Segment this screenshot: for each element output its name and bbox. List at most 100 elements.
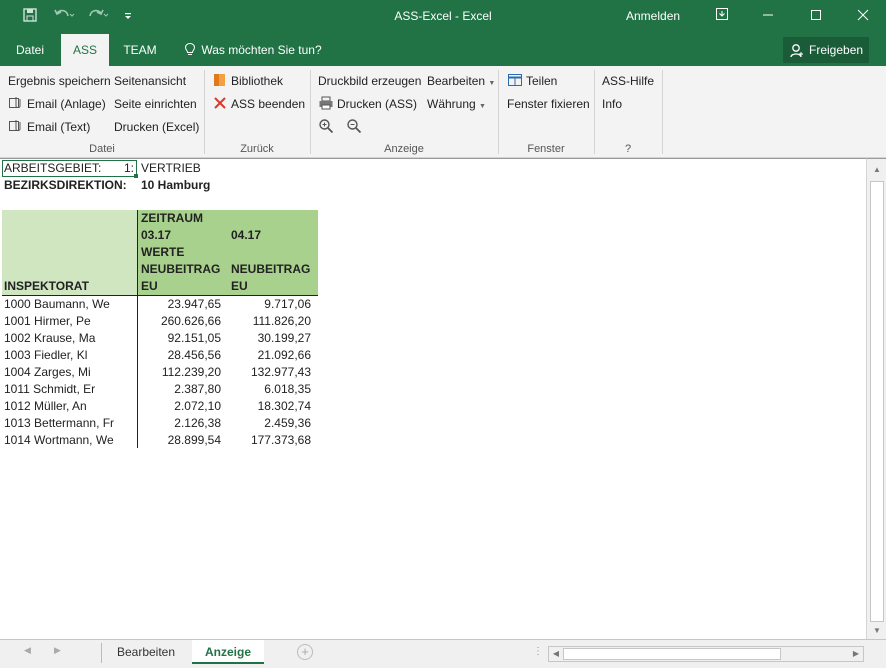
row-value-period-1[interactable]: 2.072,10 bbox=[140, 398, 221, 415]
row-inspektorat-name[interactable]: 1003 Fiedler, Kl bbox=[4, 347, 87, 364]
next-sheet-icon[interactable]: ▶ bbox=[54, 645, 61, 656]
horizontal-scroll-thumb[interactable] bbox=[563, 648, 781, 660]
undo-icon[interactable] bbox=[50, 7, 78, 27]
row-value-period-1[interactable]: 2.126,38 bbox=[140, 415, 221, 432]
row-value-period-1[interactable]: 23.947,65 bbox=[140, 296, 221, 313]
bibliothek-button[interactable]: Bibliothek bbox=[212, 71, 283, 91]
sheet-tab-anzeige[interactable]: Anzeige bbox=[192, 640, 264, 664]
signin-link[interactable]: Anmelden bbox=[626, 9, 680, 23]
customize-qat-icon[interactable] bbox=[118, 7, 138, 27]
header-col2-line1[interactable]: NEUBEITRAG bbox=[231, 261, 310, 278]
scroll-up-icon[interactable]: ▲ bbox=[870, 163, 884, 177]
row-value-period-2[interactable]: 6.018,35 bbox=[228, 381, 311, 398]
group-separator bbox=[204, 70, 205, 154]
header-col1-line2[interactable]: EU bbox=[141, 278, 158, 295]
header-col2-line2[interactable]: EU bbox=[231, 278, 248, 295]
ass-hilfe-button[interactable]: ASS-Hilfe bbox=[602, 71, 654, 91]
email-text-button[interactable]: Email (Text) bbox=[8, 117, 90, 137]
arbeitsgebiet-value[interactable]: VERTRIEB bbox=[141, 160, 201, 177]
info-button[interactable]: Info bbox=[602, 94, 622, 114]
row-value-period-1[interactable]: 2.387,80 bbox=[140, 381, 221, 398]
row-value-period-1[interactable]: 112.239,20 bbox=[140, 364, 221, 381]
arbeitsgebiet-label[interactable]: ARBEITSGEBIET: bbox=[4, 160, 101, 177]
share-button[interactable]: Freigeben bbox=[783, 37, 869, 63]
tab-team[interactable]: TEAM bbox=[116, 34, 164, 66]
arbeitsgebiet-number[interactable]: 1: bbox=[124, 160, 134, 177]
ergebnis-speichern-button[interactable]: Ergebnis speichern bbox=[8, 71, 111, 91]
vertical-scrollbar[interactable]: ▲ ▼ bbox=[866, 158, 886, 639]
row-value-period-2[interactable]: 111.826,20 bbox=[228, 313, 311, 330]
row-value-period-2[interactable]: 18.302,74 bbox=[228, 398, 311, 415]
scroll-right-icon[interactable]: ▶ bbox=[849, 647, 863, 661]
row-value-period-1[interactable]: 28.899,54 bbox=[140, 432, 221, 449]
row-inspektorat-name[interactable]: 1002 Krause, Ma bbox=[4, 330, 95, 347]
tell-me-search[interactable]: Was möchten Sie tun? bbox=[184, 34, 322, 66]
row-inspektorat-name[interactable]: 1004 Zarges, Mi bbox=[4, 364, 91, 381]
bezirk-label[interactable]: BEZIRKSDIREKTION: bbox=[4, 177, 127, 194]
group-label-datei: Datei bbox=[89, 143, 115, 155]
ass-beenden-label: ASS beenden bbox=[231, 97, 306, 111]
row-value-period-1[interactable]: 260.626,66 bbox=[140, 313, 221, 330]
group-separator bbox=[310, 70, 311, 154]
header-inspektorat[interactable]: INSPEKTORAT bbox=[4, 278, 89, 295]
header-zeitraum[interactable]: ZEITRAUM bbox=[141, 210, 203, 227]
druckbild-erzeugen-button[interactable]: Druckbild erzeugen bbox=[318, 71, 421, 91]
row-value-period-2[interactable]: 132.977,43 bbox=[228, 364, 311, 381]
row-inspektorat-name[interactable]: 1013 Bettermann, Fr bbox=[4, 415, 114, 432]
scroll-down-icon[interactable]: ▼ bbox=[870, 624, 884, 638]
row-inspektorat-name[interactable]: 1012 Müller, An bbox=[4, 398, 87, 415]
minimize-icon[interactable] bbox=[745, 0, 791, 34]
row-value-period-2[interactable]: 21.092,66 bbox=[228, 347, 311, 364]
seitenansicht-button[interactable]: Seitenansicht bbox=[114, 71, 186, 91]
sheet-tab-bar: ◀ ▶ Bearbeiten Anzeige + ⋮ ◀ ▶ bbox=[0, 639, 886, 668]
person-icon bbox=[790, 42, 804, 68]
row-value-period-2[interactable]: 30.199,27 bbox=[228, 330, 311, 347]
column-divider bbox=[137, 210, 138, 448]
bearbeiten-dropdown[interactable]: Bearbeiten ▼ bbox=[427, 71, 495, 91]
tab-ass[interactable]: ASS bbox=[61, 34, 109, 66]
header-period-2[interactable]: 04.17 bbox=[231, 227, 261, 244]
header-period-1[interactable]: 03.17 bbox=[141, 227, 171, 244]
header-col1-line1[interactable]: NEUBEITRAG bbox=[141, 261, 220, 278]
drucken-ass-button[interactable]: Drucken (ASS) bbox=[318, 94, 417, 114]
row-value-period-1[interactable]: 92.151,05 bbox=[140, 330, 221, 347]
row-value-period-2[interactable]: 177.373,68 bbox=[228, 432, 311, 449]
prev-sheet-icon[interactable]: ◀ bbox=[24, 645, 31, 656]
close-icon[interactable] bbox=[840, 0, 886, 34]
fill-handle[interactable] bbox=[134, 174, 138, 178]
zoom-out-button[interactable] bbox=[346, 117, 365, 137]
vertical-scroll-thumb[interactable] bbox=[870, 181, 884, 622]
maximize-icon[interactable] bbox=[793, 0, 839, 34]
waehrung-dropdown[interactable]: Währung ▼ bbox=[427, 94, 486, 114]
group-separator bbox=[498, 70, 499, 154]
teilen-button[interactable]: Teilen bbox=[507, 71, 557, 91]
zoom-in-icon bbox=[318, 118, 334, 134]
header-werte[interactable]: WERTE bbox=[141, 244, 184, 261]
email-anlage-button[interactable]: Email (Anlage) bbox=[8, 94, 106, 114]
row-value-period-2[interactable]: 9.717,06 bbox=[228, 296, 311, 313]
bezirk-value[interactable]: 10 Hamburg bbox=[141, 177, 210, 194]
drucken-excel-button[interactable]: Drucken (Excel) bbox=[114, 117, 199, 137]
ribbon-tab-row: Datei ASS TEAM Was möchten Sie tun? Frei… bbox=[0, 34, 886, 66]
fenster-fixieren-button[interactable]: Fenster fixieren bbox=[507, 94, 590, 114]
row-value-period-1[interactable]: 28.456,56 bbox=[140, 347, 221, 364]
row-inspektorat-name[interactable]: 1000 Baumann, We bbox=[4, 296, 110, 313]
zoom-in-button[interactable] bbox=[318, 117, 337, 137]
row-inspektorat-name[interactable]: 1014 Wortmann, We bbox=[4, 432, 114, 449]
tab-split-handle[interactable]: ⋮ bbox=[533, 646, 543, 657]
worksheet-grid[interactable]: ARBEITSGEBIET: 1: VERTRIEB BEZIRKSDIREKT… bbox=[0, 158, 866, 639]
horizontal-scrollbar[interactable]: ◀ ▶ bbox=[548, 646, 864, 662]
save-icon[interactable] bbox=[20, 7, 40, 27]
seite-einrichten-button[interactable]: Seite einrichten bbox=[114, 94, 197, 114]
add-sheet-icon[interactable]: + bbox=[297, 644, 313, 660]
sheet-tab-bearbeiten[interactable]: Bearbeiten bbox=[103, 640, 189, 664]
redo-icon[interactable] bbox=[84, 7, 112, 27]
tab-datei[interactable]: Datei bbox=[6, 34, 54, 66]
ribbon-display-icon[interactable] bbox=[699, 0, 745, 34]
row-inspektorat-name[interactable]: 1001 Hirmer, Pe bbox=[4, 313, 91, 330]
lightbulb-icon bbox=[184, 37, 198, 69]
row-inspektorat-name[interactable]: 1011 Schmidt, Er bbox=[4, 381, 95, 398]
row-value-period-2[interactable]: 2.459,36 bbox=[228, 415, 311, 432]
ass-beenden-button[interactable]: ASS beenden bbox=[212, 94, 305, 114]
scroll-left-icon[interactable]: ◀ bbox=[549, 647, 563, 661]
